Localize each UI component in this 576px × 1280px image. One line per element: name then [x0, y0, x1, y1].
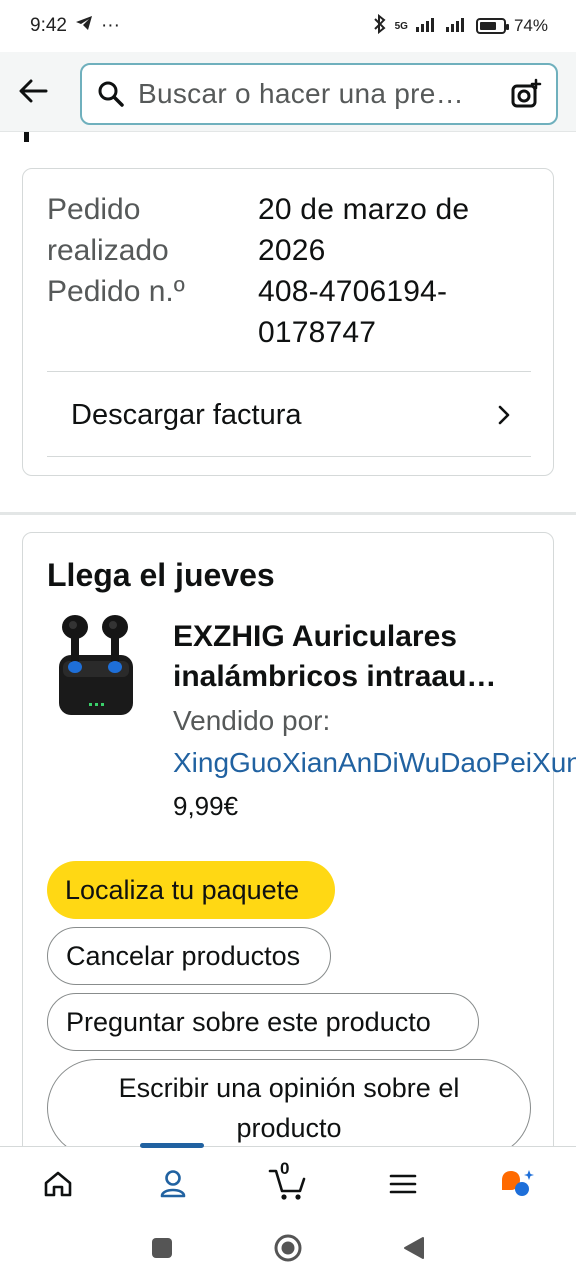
- menu-icon: [389, 1174, 417, 1193]
- sold-by-label: Vendido por:: [173, 705, 331, 736]
- product-image[interactable]: [53, 611, 139, 723]
- seller-link[interactable]: XingGuoXianAnDiWuDaoPeiXun: [173, 747, 576, 779]
- bottom-nav: 0: [0, 1143, 576, 1220]
- back-button[interactable]: [14, 72, 52, 110]
- network-type: 5G: [394, 20, 408, 32]
- shipment-card: Llega el jueves EXZHIG Auriculares inalá…: [22, 532, 576, 1232]
- download-invoice-label: Descargar factura: [71, 398, 302, 431]
- home-icon: [44, 1171, 71, 1196]
- write-review-button[interactable]: Escribir una opinión sobre el producto: [47, 1059, 531, 1157]
- recents-button[interactable]: [151, 1237, 173, 1264]
- back-system-button[interactable]: [403, 1236, 425, 1265]
- track-package-button[interactable]: Localiza tu paquete: [47, 861, 335, 919]
- nav-cart[interactable]: 0: [230, 1147, 345, 1220]
- nav-menu[interactable]: [346, 1147, 461, 1220]
- order-date-row: Pedido realizado 20 de marzo de 2026: [47, 189, 531, 271]
- bluetooth-icon: [373, 13, 387, 39]
- cart-count: 0: [280, 1159, 290, 1178]
- circle-icon: [274, 1234, 302, 1261]
- order-number-value: 408-4706194-0178747: [258, 275, 448, 349]
- divider: [47, 371, 531, 372]
- search-placeholder: Buscar o hacer una pre…: [138, 78, 464, 109]
- divider: [47, 456, 531, 457]
- status-time: 9:42: [30, 15, 67, 36]
- battery-icon: [475, 18, 509, 34]
- search-input[interactable]: Buscar o hacer una pre…: [80, 63, 558, 125]
- product-price: 9,99€: [173, 791, 239, 821]
- triangle-back-icon: [404, 1236, 424, 1259]
- order-date-label: Pedido realizado: [47, 193, 169, 267]
- status-right: 5G 74%: [373, 13, 548, 39]
- order-details-card: Pedido realizado 20 de marzo de 2026 Ped…: [22, 168, 554, 476]
- battery-percent: 74%: [513, 16, 548, 35]
- home-system-button[interactable]: [273, 1233, 303, 1268]
- order-date-value: 20 de marzo de 2026: [258, 193, 470, 267]
- camera-search-icon[interactable]: [508, 76, 544, 112]
- ask-product-question-button[interactable]: Preguntar sobre este producto: [47, 993, 479, 1051]
- order-info: Pedido realizado 20 de marzo de 2026 Ped…: [47, 189, 531, 353]
- cancel-items-button[interactable]: Cancelar productos: [47, 927, 331, 985]
- signal-icon-2: [445, 16, 468, 37]
- section-separator: [0, 512, 576, 515]
- battery-level: [479, 22, 497, 30]
- system-nav-bar: [0, 1220, 576, 1280]
- status-bar: 9:42 ··· 5G 74%: [0, 0, 576, 52]
- telegram-icon: [75, 15, 93, 37]
- search-icon: [94, 77, 128, 111]
- account-icon: [160, 1169, 186, 1197]
- signal-icon: [415, 16, 438, 37]
- nav-home[interactable]: [0, 1147, 115, 1220]
- status-left: 9:42 ···: [30, 15, 120, 37]
- order-number-row: Pedido n.º 408-4706194-0178747: [47, 271, 531, 353]
- delivery-title: Llega el jueves: [47, 557, 275, 593]
- nav-rufus[interactable]: [461, 1147, 576, 1220]
- square-icon: [152, 1237, 172, 1258]
- chevron-right-icon: [498, 405, 510, 425]
- back-arrow-icon: [19, 79, 48, 103]
- product-title-link[interactable]: EXZHIG Auriculares inalámbricos intraau…: [173, 617, 543, 697]
- app-header: Buscar o hacer una pre…: [0, 52, 576, 132]
- order-number-label: Pedido n.º: [47, 275, 185, 308]
- nav-account[interactable]: [115, 1147, 230, 1220]
- download-invoice-row[interactable]: Descargar factura: [47, 373, 531, 457]
- scrolled-content-edge: [0, 132, 576, 150]
- rufus-icon: [502, 1169, 535, 1196]
- more-indicator: ···: [100, 15, 120, 36]
